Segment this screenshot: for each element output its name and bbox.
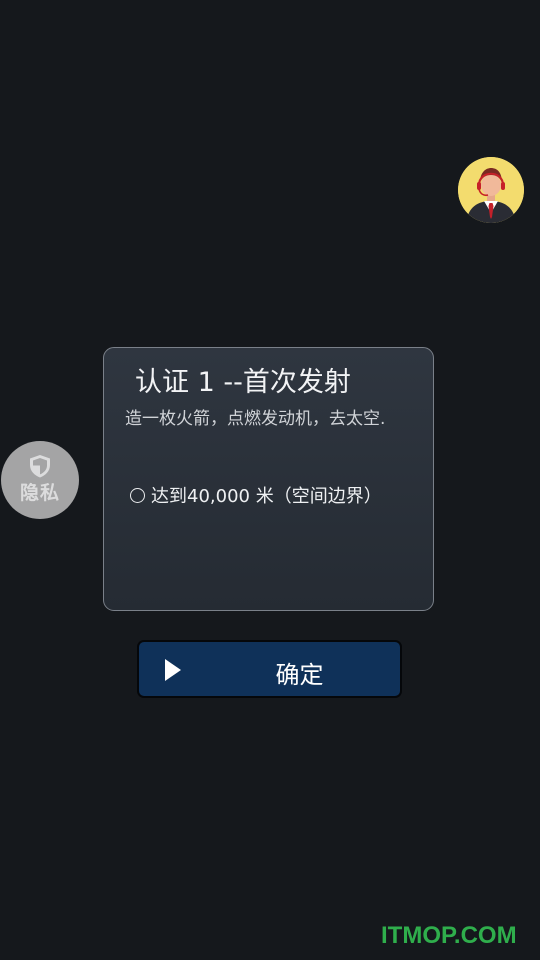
objective-item: 达到40,000 米（空间边界） bbox=[130, 482, 382, 508]
shield-icon bbox=[30, 455, 50, 478]
confirm-label: 确定 bbox=[275, 661, 324, 689]
customer-service-agent-icon bbox=[458, 157, 524, 223]
privacy-label: 隐私 bbox=[19, 482, 60, 504]
confirm-button[interactable]: 确定 bbox=[137, 640, 402, 698]
mission-title: 认证 1 --首次发射 bbox=[135, 367, 351, 398]
mission-dialog: 认证 1 --首次发射 造一枚火箭，点燃发动机，去太空. 达到40,000 米（… bbox=[103, 347, 434, 611]
objective-status-circle-icon bbox=[130, 487, 145, 503]
watermark: ITMOP.COM bbox=[381, 922, 517, 949]
objective-text: 达到40,000 米（空间边界） bbox=[151, 486, 382, 507]
mission-description: 造一枚火箭，点燃发动机，去太空. bbox=[125, 409, 386, 429]
customer-service-avatar[interactable] bbox=[458, 157, 524, 223]
privacy-button[interactable]: 隐私 bbox=[1, 441, 79, 519]
